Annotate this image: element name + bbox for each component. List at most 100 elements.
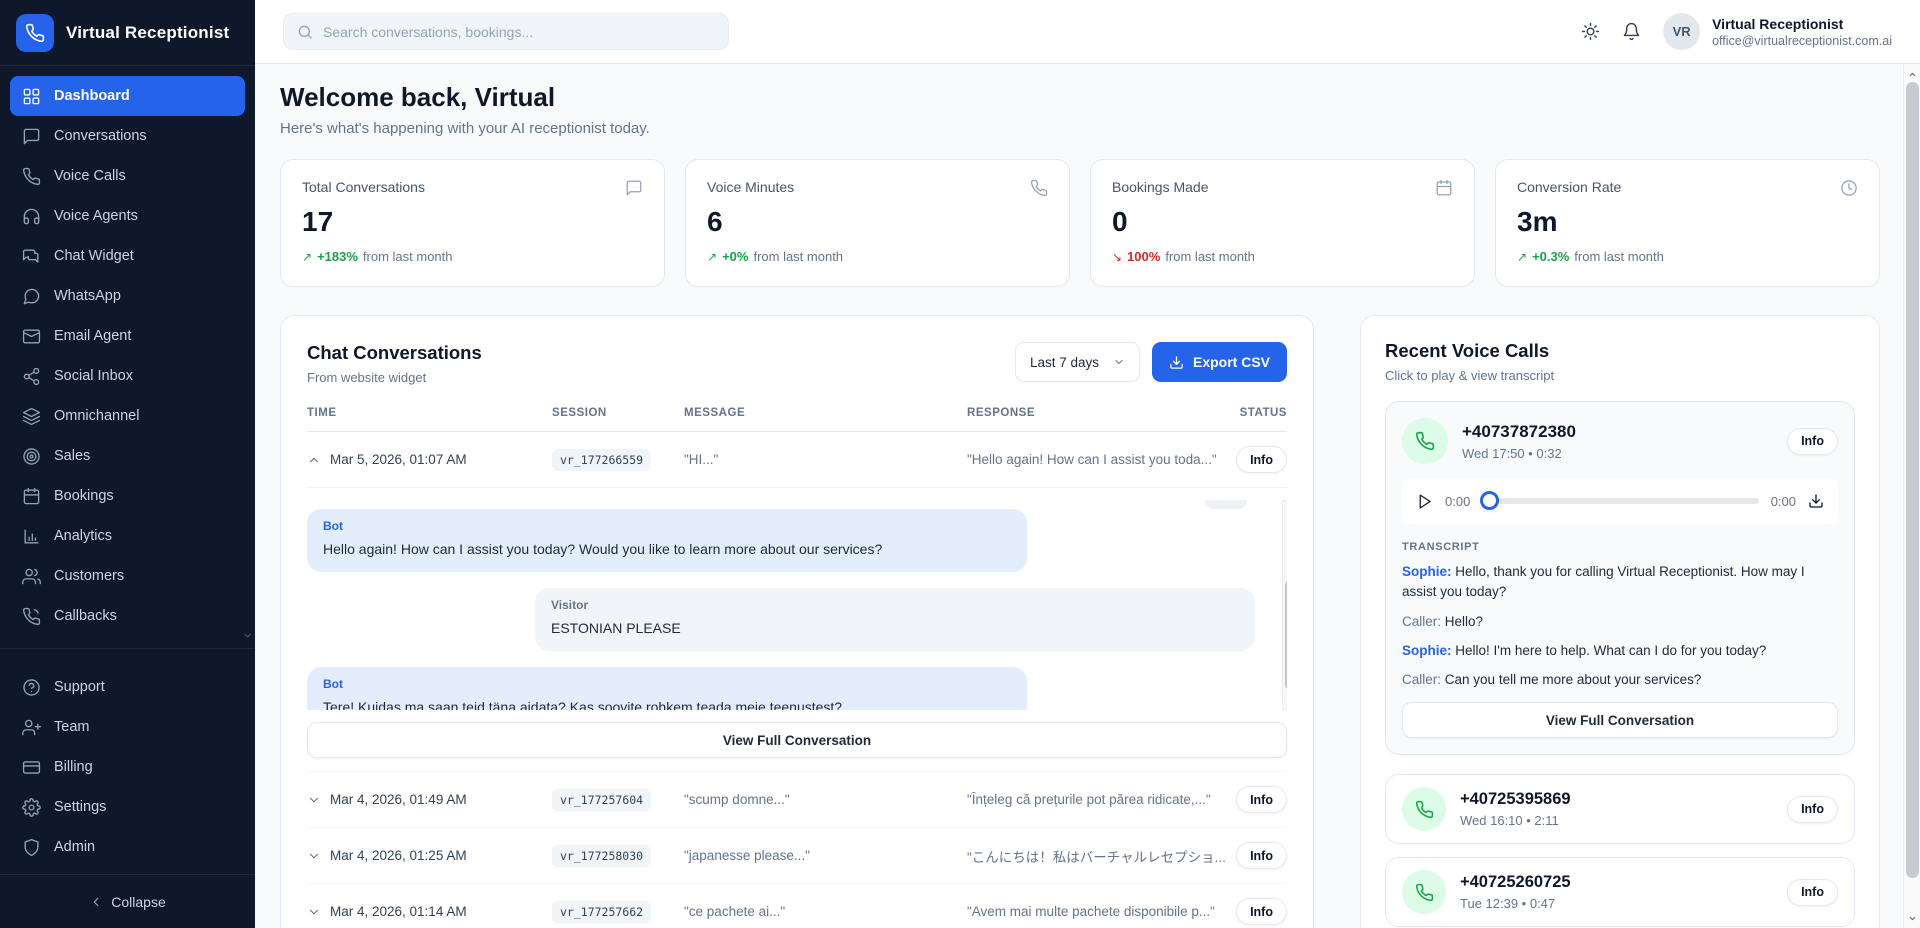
target-icon bbox=[22, 447, 41, 466]
message-text: Hello again! How can I assist you today?… bbox=[323, 540, 1011, 559]
trend-down-icon bbox=[1112, 249, 1122, 264]
sidebar-item-bookings[interactable]: Bookings bbox=[10, 476, 245, 516]
sidebar-item-analytics[interactable]: Analytics bbox=[10, 516, 245, 556]
scroll-up-icon[interactable] bbox=[1283, 502, 1287, 516]
conversation-scrollbar[interactable] bbox=[1282, 500, 1287, 710]
collapse-sidebar-button[interactable]: Collapse bbox=[0, 874, 255, 928]
sidebar-scroll-down-icon[interactable] bbox=[242, 630, 253, 641]
transcript-label: TRANSCRIPT bbox=[1402, 541, 1838, 553]
sidebar-primary-nav: Dashboard Conversations Voice Calls Voic… bbox=[0, 66, 255, 640]
scroll-up-icon[interactable] bbox=[1904, 66, 1920, 82]
message-sender: Bot bbox=[323, 677, 1011, 691]
sidebar-item-admin[interactable]: Admin bbox=[10, 827, 245, 867]
notifications-bell-icon[interactable] bbox=[1622, 22, 1641, 41]
info-button[interactable]: Info bbox=[1236, 842, 1287, 869]
chat-conversations-panel: Chat Conversations From website widget L… bbox=[280, 315, 1314, 928]
conversation-scroll-area[interactable]: Bot Hello again! How can I assist you to… bbox=[307, 500, 1287, 710]
sidebar-item-label: Voice Agents bbox=[54, 208, 138, 224]
sidebar-item-sales[interactable]: Sales bbox=[10, 436, 245, 476]
sidebar-item-billing[interactable]: Billing bbox=[10, 747, 245, 787]
stat-delta-pct: +0% bbox=[722, 249, 748, 264]
voice-call-card[interactable]: +40725260725 Tue 12:39 • 0:47 Info bbox=[1385, 857, 1855, 927]
voice-call-card[interactable]: +40725395869 Wed 16:10 • 2:11 Info bbox=[1385, 774, 1855, 844]
collapse-row-icon[interactable] bbox=[307, 453, 321, 467]
sidebar-item-email-agent[interactable]: Email Agent bbox=[10, 316, 245, 356]
sidebar-item-customers[interactable]: Customers bbox=[10, 556, 245, 596]
scrollbar-thumb[interactable] bbox=[1285, 580, 1287, 690]
sidebar-item-conversations[interactable]: Conversations bbox=[10, 116, 245, 156]
table-row[interactable]: Mar 4, 2026, 01:49 AM vr_177257604 "scum… bbox=[307, 771, 1287, 827]
sidebar-item-label: Email Agent bbox=[54, 328, 131, 344]
sidebar-item-voice-calls[interactable]: Voice Calls bbox=[10, 156, 245, 196]
table-row[interactable]: Mar 4, 2026, 01:25 AM vr_177258030 "japa… bbox=[307, 827, 1287, 883]
info-button[interactable]: Info bbox=[1236, 898, 1287, 925]
seek-slider[interactable] bbox=[1482, 498, 1758, 504]
message-text: ESTONIAN PLEASE bbox=[551, 619, 1239, 638]
phone-icon bbox=[25, 23, 45, 43]
transcript-text: Hello? bbox=[1445, 614, 1483, 629]
sidebar-item-label: Billing bbox=[54, 759, 93, 775]
scroll-down-icon[interactable] bbox=[1283, 694, 1287, 708]
user-email: office@virtualreceptionist.com.ai bbox=[1712, 34, 1892, 48]
sidebar-item-label: Settings bbox=[54, 799, 106, 815]
sidebar-item-social-inbox[interactable]: Social Inbox bbox=[10, 356, 245, 396]
sidebar-item-chat-widget[interactable]: Chat Widget bbox=[10, 236, 245, 276]
call-number: +40737872380 bbox=[1462, 422, 1576, 442]
user-name: Virtual Receptionist bbox=[1712, 16, 1892, 32]
scroll-down-icon[interactable] bbox=[1904, 910, 1920, 926]
theme-toggle-sun-icon[interactable] bbox=[1581, 22, 1600, 41]
download-recording-icon[interactable] bbox=[1808, 493, 1824, 509]
info-button[interactable]: Info bbox=[1236, 446, 1287, 473]
speaker-label: Caller: bbox=[1402, 672, 1441, 687]
expand-row-icon[interactable] bbox=[307, 849, 321, 863]
col-message: MESSAGE bbox=[684, 407, 967, 419]
voice-call-card[interactable]: +40737872380 Wed 17:50 • 0:32 Info 0:00 … bbox=[1385, 401, 1855, 755]
export-csv-button[interactable]: Export CSV bbox=[1152, 342, 1287, 382]
table-row[interactable]: Mar 4, 2026, 01:14 AM vr_177257662 "ce p… bbox=[307, 883, 1287, 928]
avatar: VR bbox=[1663, 13, 1700, 50]
info-button[interactable]: Info bbox=[1787, 796, 1838, 823]
sidebar-item-label: Conversations bbox=[54, 128, 147, 144]
transcript-line: Sophie: Hello, thank you for calling Vir… bbox=[1402, 562, 1838, 603]
slider-knob[interactable] bbox=[1480, 491, 1499, 510]
stat-card-voice-minutes: Voice Minutes 6 +0%from last month bbox=[685, 159, 1070, 287]
phone-icon bbox=[1415, 431, 1435, 451]
search-input[interactable] bbox=[323, 24, 715, 40]
info-button[interactable]: Info bbox=[1236, 786, 1287, 813]
date-range-select[interactable]: Last 7 days bbox=[1015, 342, 1140, 382]
audio-player: 0:00 0:00 bbox=[1402, 478, 1838, 524]
info-button[interactable]: Info bbox=[1787, 879, 1838, 906]
sidebar-item-callbacks[interactable]: Callbacks bbox=[10, 596, 245, 636]
bar-chart-icon bbox=[22, 527, 41, 546]
sidebar-item-whatsapp[interactable]: WhatsApp bbox=[10, 276, 245, 316]
date-range-value: Last 7 days bbox=[1030, 355, 1099, 370]
stat-value: 3m bbox=[1517, 206, 1858, 238]
expand-row-icon[interactable] bbox=[307, 905, 321, 919]
chat-bubble-icon bbox=[625, 179, 643, 197]
view-full-conversation-button[interactable]: View Full Conversation bbox=[1402, 702, 1838, 738]
sidebar-item-support[interactable]: Support bbox=[10, 667, 245, 707]
expand-row-icon[interactable] bbox=[307, 793, 321, 807]
global-search[interactable] bbox=[283, 13, 729, 50]
user-menu[interactable]: VR Virtual Receptionist office@virtualre… bbox=[1663, 13, 1892, 50]
sidebar-item-team[interactable]: Team bbox=[10, 707, 245, 747]
sidebar-item-voice-agents[interactable]: Voice Agents bbox=[10, 196, 245, 236]
table-row[interactable]: Mar 5, 2026, 01:07 AM vr_177266559 "HI..… bbox=[307, 432, 1287, 487]
view-full-conversation-button[interactable]: View Full Conversation bbox=[307, 722, 1287, 758]
sidebar-item-dashboard[interactable]: Dashboard bbox=[10, 76, 245, 116]
col-status: STATUS bbox=[1225, 407, 1287, 419]
play-button[interactable] bbox=[1416, 493, 1433, 510]
row-time: Mar 4, 2026, 01:25 AM bbox=[330, 848, 467, 863]
info-button[interactable]: Info bbox=[1787, 428, 1838, 455]
call-meta: Wed 16:10 • 2:11 bbox=[1460, 813, 1571, 828]
row-message: "HI..." bbox=[684, 452, 967, 467]
sidebar-item-label: Social Inbox bbox=[54, 368, 133, 384]
stat-delta: +0.3%from last month bbox=[1517, 249, 1858, 264]
page-scrollbar[interactable] bbox=[1903, 64, 1920, 928]
stat-label: Voice Minutes bbox=[707, 179, 794, 195]
sidebar-item-settings[interactable]: Settings bbox=[10, 787, 245, 827]
scrollbar-thumb[interactable] bbox=[1906, 82, 1919, 878]
row-response: "Hello again! How can I assist you toda.… bbox=[967, 452, 1225, 467]
voice-panel-title: Recent Voice Calls bbox=[1385, 340, 1855, 362]
sidebar-item-omnichannel[interactable]: Omnichannel bbox=[10, 396, 245, 436]
